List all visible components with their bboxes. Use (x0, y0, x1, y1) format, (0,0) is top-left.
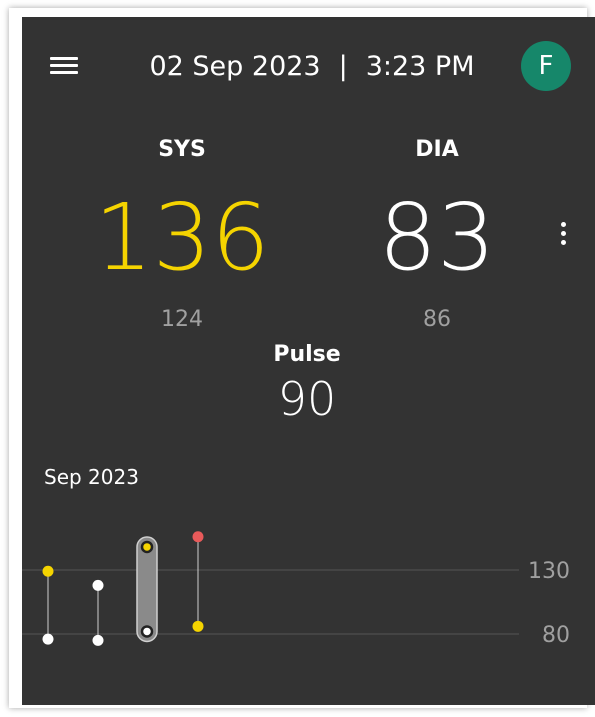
dia-label: DIA (415, 137, 459, 162)
sys-label: SYS (158, 137, 206, 162)
vertical-dots-icon[interactable] (555, 217, 571, 251)
reading-point-1[interactable] (42, 565, 54, 645)
dia-dot (192, 620, 204, 632)
dia-dot (140, 625, 154, 638)
reference-label-130: 130 (528, 559, 570, 584)
header-time: 3:23 PM (365, 50, 475, 82)
dia-value: 83 (378, 184, 496, 291)
hamburger-menu-icon[interactable] (48, 53, 82, 79)
user-avatar[interactable]: F (521, 41, 571, 91)
dia-dot (42, 633, 54, 645)
sys-dot (192, 531, 204, 543)
header-datetime: 02 Sep 2023 | 3:23 PM (132, 45, 492, 87)
pulse-value: 90 (277, 372, 337, 426)
reading-point-2[interactable] (92, 579, 104, 646)
sys-dot (92, 579, 104, 591)
header-separator: | (338, 50, 348, 82)
chart-month-label: Sep 2023 (44, 465, 139, 489)
header-date: 02 Sep 2023 (149, 50, 321, 82)
dia-dot (92, 634, 104, 646)
sys-dot (140, 540, 154, 554)
bp-history-chart[interactable]: 130 80 (22, 517, 595, 705)
pulse-label: Pulse (273, 342, 341, 367)
sys-previous-value: 124 (161, 307, 203, 332)
sys-value: 136 (94, 184, 270, 291)
dia-previous-value: 86 (423, 307, 451, 332)
reading-point-4[interactable] (192, 531, 204, 632)
blood-pressure-screen: 02 Sep 2023 | 3:23 PM F SYS DIA 136 83 1… (22, 17, 595, 705)
reading-point-3[interactable] (136, 536, 158, 643)
sys-dot (42, 565, 54, 577)
reference-label-80: 80 (542, 623, 570, 648)
